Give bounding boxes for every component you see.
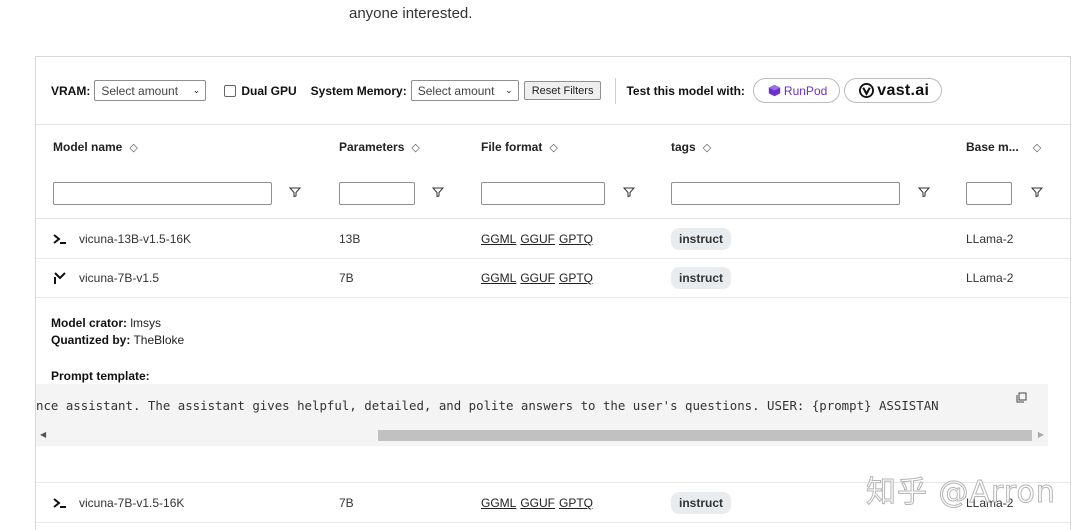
reset-filters-button[interactable]: Reset Filters <box>523 81 602 100</box>
filter-icon[interactable] <box>918 186 930 198</box>
sort-icon: ◇ <box>411 141 420 154</box>
file-formats-cell: GGML GGUF GPTQ <box>481 483 597 523</box>
column-header-tags[interactable]: tags ◇ <box>671 125 711 169</box>
toolbar-divider <box>615 77 617 104</box>
model-detail-panel: Model crator: lmsys Quantized by: TheBlo… <box>36 298 1070 483</box>
table-row[interactable]: vicuna-13B-v1.5-16K 13B GGML GGUF GPTQ i… <box>36 219 1070 259</box>
watermark: 知乎 @Arron <box>866 475 1056 511</box>
model-name: vicuna-7B-v1.5-16K <box>79 496 185 510</box>
model-name: vicuna-13B-v1.5-16K <box>79 232 192 246</box>
column-label: Base m... <box>966 140 1019 154</box>
file-format-filter-input[interactable] <box>481 182 605 205</box>
parameters-cell: 13B <box>339 232 361 246</box>
column-header-file-format[interactable]: File format ◇ <box>481 125 558 169</box>
system-memory-select-value: Select amount <box>417 83 495 98</box>
column-label: File format <box>481 140 543 154</box>
gguf-link[interactable]: GGUF <box>520 496 555 510</box>
model-creator-line: Model crator: lmsys <box>51 316 161 330</box>
scroll-right-icon[interactable]: ▶ <box>1038 430 1044 439</box>
terminal-icon[interactable] <box>53 233 67 245</box>
parameters-filter-input[interactable] <box>339 182 415 205</box>
column-filter-row <box>36 169 1070 219</box>
system-memory-label: System Memory: <box>310 83 407 98</box>
vast-label: vast.ai <box>877 81 930 99</box>
base-model-cell: LLama-2 <box>966 271 1014 285</box>
vram-select[interactable]: Select amount ⌄ <box>94 80 207 101</box>
gguf-link[interactable]: GGUF <box>520 271 555 285</box>
sort-icon: ◇ <box>549 141 558 154</box>
ggml-link[interactable]: GGML <box>481 496 516 510</box>
tag-badge: instruct <box>671 492 732 514</box>
sort-icon: ◇ <box>1032 141 1042 154</box>
model-creator-value: lmsys <box>130 316 162 330</box>
tag-badge: instruct <box>671 267 732 289</box>
chevron-down-icon: ⌄ <box>505 85 513 95</box>
table-row[interactable]: vicuna-7B-v1.5 7B GGML GGUF GPTQ instruc… <box>36 258 1070 298</box>
chevron-down-icon: ⌄ <box>192 85 201 95</box>
column-label: Model name <box>53 140 123 154</box>
quantized-by-value: TheBloke <box>133 333 185 347</box>
intro-text: anyone interested. <box>349 5 473 22</box>
vram-select-value: Select amount <box>101 83 179 98</box>
gptq-link[interactable]: GPTQ <box>559 271 593 285</box>
base-model-cell: LLama-2 <box>966 232 1014 246</box>
prompt-template-label: Prompt template: <box>51 369 150 383</box>
parameters-cell: 7B <box>339 271 354 285</box>
expanded-icon[interactable] <box>53 272 67 284</box>
base-model-filter-input[interactable] <box>966 182 1012 205</box>
model-name: vicuna-7B-v1.5 <box>79 271 160 285</box>
copy-icon[interactable] <box>1016 392 1027 403</box>
file-formats-cell: GGML GGUF GPTQ <box>481 219 597 259</box>
test-model-label: Test this model with: <box>626 83 745 98</box>
ggml-link[interactable]: GGML <box>481 232 516 246</box>
filter-icon[interactable] <box>289 186 301 198</box>
column-header-parameters[interactable]: Parameters ◇ <box>339 125 420 169</box>
tags-filter-input[interactable] <box>671 182 900 205</box>
system-memory-select[interactable]: Select amount ⌄ <box>410 80 519 101</box>
prompt-template-text: nce assistant. The assistant gives helpf… <box>36 398 939 413</box>
sort-icon: ◇ <box>702 141 712 154</box>
model-creator-label: Model crator: <box>51 316 128 330</box>
filter-toolbar: VRAM: Select amount ⌄ Dual GPU System Me… <box>36 57 1070 125</box>
vast-ai-button[interactable]: vast.ai <box>844 78 943 103</box>
scroll-left-icon[interactable]: ◀ <box>40 430 46 439</box>
column-header-model-name[interactable]: Model name ◇ <box>53 125 138 169</box>
quantized-by-line: Quantized by: TheBloke <box>51 333 184 347</box>
gguf-link[interactable]: GGUF <box>520 232 555 246</box>
sort-icon: ◇ <box>129 141 138 154</box>
ggml-link[interactable]: GGML <box>481 271 516 285</box>
vram-label: VRAM: <box>51 83 91 98</box>
runpod-button[interactable]: RunPod <box>752 78 841 103</box>
runpod-logo-icon <box>768 84 781 97</box>
vast-logo-icon <box>859 83 875 98</box>
runpod-label: RunPod <box>783 83 828 98</box>
filter-icon[interactable] <box>623 186 635 198</box>
model-table-panel: VRAM: Select amount ⌄ Dual GPU System Me… <box>35 56 1071 530</box>
terminal-icon[interactable] <box>53 497 67 509</box>
dual-gpu-label: Dual GPU <box>241 83 297 98</box>
tag-badge: instruct <box>671 228 732 250</box>
dual-gpu-checkbox[interactable] <box>224 84 237 97</box>
filter-icon[interactable] <box>432 186 444 198</box>
gptq-link[interactable]: GPTQ <box>559 232 593 246</box>
prompt-template-code: nce assistant. The assistant gives helpf… <box>36 384 1048 446</box>
column-header-base-model[interactable]: Base m... ◇ <box>966 125 1041 169</box>
column-label: tags <box>671 140 696 154</box>
prompt-template-label-text: Prompt template: <box>51 369 150 383</box>
filter-icon[interactable] <box>1031 186 1043 198</box>
file-formats-cell: GGML GGUF GPTQ <box>481 258 597 298</box>
model-name-filter-input[interactable] <box>53 182 272 205</box>
parameters-cell: 7B <box>339 496 354 510</box>
gptq-link[interactable]: GPTQ <box>559 496 593 510</box>
table-header: Model name ◇ Parameters ◇ File format ◇ … <box>36 125 1070 169</box>
column-label: Parameters <box>339 140 405 154</box>
quantized-by-label: Quantized by: <box>51 333 131 347</box>
horizontal-scrollbar-thumb[interactable] <box>378 430 1032 441</box>
